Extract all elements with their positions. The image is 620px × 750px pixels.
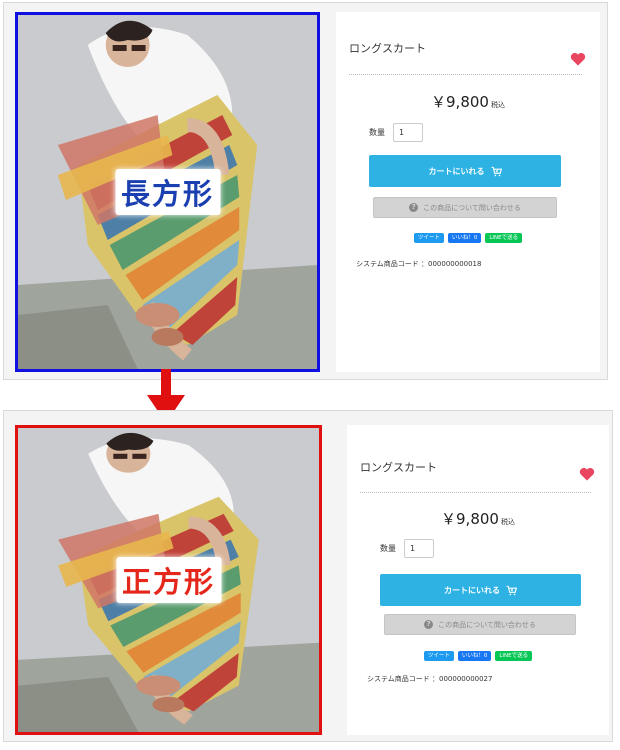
- question-circle-icon: ?: [409, 203, 419, 212]
- quantity-input[interactable]: 1: [393, 123, 423, 142]
- product-page-example-square: 正方形 ロングスカート ￥9,800 税込 数量 1 カートにいれる ? この商品…: [3, 410, 613, 742]
- price-row: ￥9,800 税込: [336, 91, 600, 112]
- product-image-rectangle: 長方形: [15, 12, 320, 372]
- cart-icon: [490, 166, 502, 176]
- price-row: ￥9,800 税込: [347, 508, 609, 529]
- add-to-cart-label: カートにいれる: [444, 585, 500, 595]
- quantity-input[interactable]: 1: [404, 539, 434, 558]
- divider: [349, 74, 582, 75]
- inquiry-label: この商品について問い合わせる: [423, 203, 521, 212]
- heart-icon[interactable]: [570, 52, 586, 66]
- cart-icon: [506, 585, 517, 595]
- product-code: システム商品コード ：000000000018: [356, 260, 482, 268]
- add-to-cart-button[interactable]: カートにいれる: [369, 155, 561, 187]
- shape-label-square: 正方形: [115, 557, 222, 603]
- product-page-example-rectangle: 長方形 ロングスカート ￥9,800 税込 数量 1 カートにいれる ? この商品…: [3, 2, 608, 380]
- shape-label-rectangle: 長方形: [114, 169, 221, 215]
- inquiry-label: この商品について問い合わせる: [438, 620, 536, 629]
- tax-label: 税込: [490, 101, 505, 109]
- product-code: システム商品コード ：000000000027: [367, 675, 493, 683]
- divider: [360, 492, 591, 493]
- product-info-panel: ロングスカート ￥9,800 税込 数量 1 カートにいれる ? この商品について…: [336, 12, 600, 372]
- facebook-like-button[interactable]: いいね！0: [457, 651, 492, 661]
- question-circle-icon: ?: [424, 620, 434, 629]
- price: ￥9,800: [441, 510, 499, 528]
- quantity-row: 数量 1: [380, 539, 434, 558]
- heart-icon[interactable]: [579, 467, 595, 481]
- line-share-button[interactable]: LINEで送る: [495, 651, 533, 661]
- product-name: ロングスカート: [349, 42, 426, 55]
- product-name: ロングスカート: [360, 461, 437, 474]
- tax-label: 税込: [500, 518, 515, 526]
- tweet-button[interactable]: ツイート: [413, 233, 444, 243]
- add-to-cart-button[interactable]: カートにいれる: [380, 574, 581, 606]
- facebook-like-button[interactable]: いいね！0: [447, 233, 482, 243]
- price: ￥9,800: [431, 93, 489, 111]
- tweet-button[interactable]: ツイート: [423, 651, 454, 661]
- product-image-square: 正方形: [15, 425, 322, 735]
- add-to-cart-label: カートにいれる: [428, 166, 485, 176]
- quantity-label: 数量: [380, 544, 396, 553]
- inquiry-button[interactable]: ? この商品について問い合わせる: [384, 614, 576, 635]
- quantity-row: 数量 1: [369, 123, 423, 142]
- social-share-row: ツイート いいね！0 LINEで送る: [347, 651, 609, 661]
- line-share-button[interactable]: LINEで送る: [485, 233, 523, 243]
- social-share-row: ツイート いいね！0 LINEで送る: [336, 233, 600, 243]
- inquiry-button[interactable]: ? この商品について問い合わせる: [373, 197, 557, 218]
- quantity-label: 数量: [369, 128, 385, 137]
- product-info-panel: ロングスカート ￥9,800 税込 数量 1 カートにいれる ? この商品について…: [347, 425, 609, 735]
